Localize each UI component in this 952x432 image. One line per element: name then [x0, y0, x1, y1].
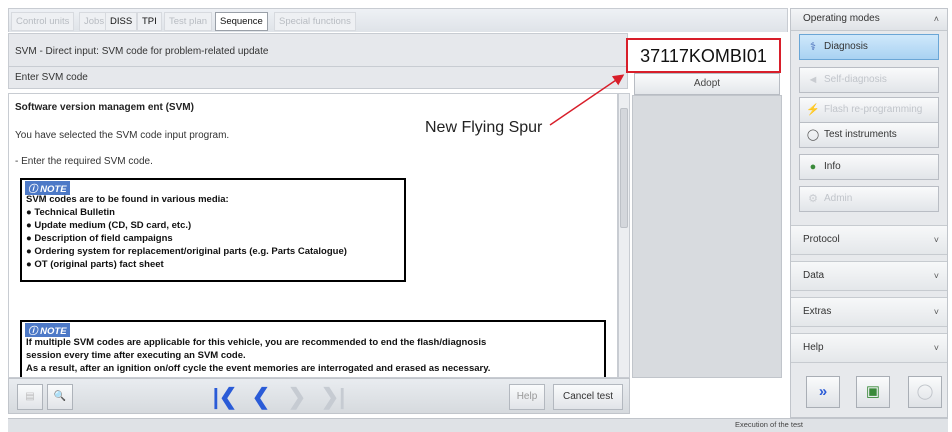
- flash-reprogramming-label: Flash re-programming: [824, 104, 923, 115]
- help-label: Help: [803, 342, 824, 353]
- multimeter-icon: ◯: [806, 129, 820, 141]
- help-section[interactable]: Help ˅: [791, 333, 947, 363]
- tab-control-units[interactable]: Control units: [11, 12, 75, 31]
- note1-item: ● Description of field campaigns: [26, 233, 173, 244]
- header-title-row: SVM - Direct input: SVM code for problem…: [8, 33, 628, 67]
- print-icon[interactable]: ▤: [17, 384, 43, 410]
- flash-reprogramming-button[interactable]: ⚡ Flash re-programming: [799, 97, 939, 123]
- note1-heading: SVM codes are to be found in various med…: [26, 194, 229, 205]
- adopt-button[interactable]: Adopt: [634, 73, 780, 95]
- note2-line: session every time after executing an SV…: [26, 350, 246, 361]
- expand-chevron-icon: ˅: [933, 235, 939, 245]
- note1-item: ● Technical Bulletin: [26, 207, 115, 218]
- svm-code-value: 37117KOMBI01: [640, 46, 767, 66]
- svm-code-input[interactable]: 37117KOMBI01: [626, 38, 781, 73]
- admin-label: Admin: [824, 193, 853, 204]
- test-instruments-button[interactable]: ◯ Test instruments: [799, 122, 939, 148]
- data-section[interactable]: Data ˅: [791, 261, 947, 291]
- diagnosis-label: Diagnosis: [824, 41, 868, 52]
- last-page-icon[interactable]: ❯|: [317, 383, 349, 411]
- first-page-icon[interactable]: |❮: [209, 383, 241, 411]
- page-title: SVM - Direct input: SVM code for problem…: [15, 46, 269, 57]
- next-icon[interactable]: ❯: [281, 383, 313, 411]
- note1-item: ● Ordering system for replacement/origin…: [26, 246, 347, 257]
- data-label: Data: [803, 270, 825, 281]
- expand-chevron-icon: ˅: [933, 307, 939, 317]
- page-subtitle: Enter SVM code: [15, 72, 88, 83]
- status-bar: Execution of the test: [8, 418, 948, 432]
- self-diagnosis-button[interactable]: ◄ Self-diagnosis: [799, 67, 939, 93]
- fast-forward-icon[interactable]: »: [806, 376, 840, 408]
- tab-test-plan[interactable]: Test plan: [164, 12, 213, 31]
- info-button[interactable]: ● Info: [799, 154, 939, 180]
- self-diagnosis-label: Self-diagnosis: [824, 74, 887, 85]
- help-button[interactable]: Help: [509, 384, 545, 410]
- extras-section[interactable]: Extras ˅: [791, 297, 947, 327]
- note-box-2: ⓘ NOTE If multiple SVM codes are applica…: [20, 320, 606, 377]
- note-label-2: ⓘ NOTE: [25, 323, 70, 337]
- cancel-test-button[interactable]: Cancel test: [553, 384, 623, 410]
- stethoscope-icon: ⚕: [810, 41, 816, 53]
- content-line-2: - Enter the required SVM code.: [15, 156, 153, 167]
- note-box-1: ⓘ NOTE SVM codes are to be found in vari…: [20, 178, 406, 282]
- note2-line: As a result, after an ignition on/off cy…: [26, 363, 491, 374]
- extras-label: Extras: [803, 306, 832, 317]
- flash-icon: ⚡: [806, 104, 820, 116]
- admin-icon: ⚙: [808, 193, 818, 205]
- note-label-1: ⓘ NOTE: [25, 181, 70, 195]
- note1-item: ● OT (original parts) fact sheet: [26, 259, 164, 270]
- tab-diss[interactable]: DISS: [105, 12, 138, 31]
- bottom-toolbar: ▤ 🔍 |❮ ❮ ❯ ❯| Help Cancel test: [8, 378, 630, 414]
- screenshot-icon[interactable]: ▣: [856, 376, 890, 408]
- previous-icon[interactable]: ❮: [245, 383, 277, 411]
- note1-item: ● Update medium (CD, SD card, etc.): [26, 220, 192, 231]
- tab-sequence[interactable]: Sequence: [215, 12, 268, 31]
- content-line-1: You have selected the SVM code input pro…: [15, 130, 230, 141]
- expand-chevron-icon: ˅: [933, 343, 939, 353]
- input-side-panel: [632, 95, 782, 378]
- diagnosis-button[interactable]: ⚕ Diagnosis: [799, 34, 939, 60]
- info-icon: ●: [809, 161, 817, 173]
- operating-modes-title: Operating modes: [803, 13, 880, 24]
- header-subtitle-row: Enter SVM code: [8, 67, 628, 89]
- operating-modes-header[interactable]: Operating modes ˄: [791, 9, 947, 31]
- content-title: Software version managem ent (SVM): [15, 102, 194, 113]
- right-panel: Operating modes ˄ ⚕ Diagnosis ◄ Self-dia…: [790, 8, 948, 418]
- test-instruments-label: Test instruments: [824, 129, 897, 140]
- tab-bar: Control units Jobs DISS TPI Test plan Se…: [8, 8, 788, 32]
- car-icon: ◄: [807, 74, 819, 86]
- annotation-label: New Flying Spur: [425, 119, 543, 136]
- annotation-arrow-icon: [549, 74, 625, 126]
- document-search-icon[interactable]: 🔍: [47, 384, 73, 410]
- note2-line: If multiple SVM codes are applicable for…: [26, 337, 487, 348]
- info-label: Info: [824, 161, 841, 172]
- collapse-chevron-icon: ˄: [933, 14, 939, 24]
- tab-special-functions[interactable]: Special functions: [274, 12, 356, 31]
- protocol-label: Protocol: [803, 234, 840, 245]
- exit-icon[interactable]: ◯: [908, 376, 942, 408]
- protocol-section[interactable]: Protocol ˅: [791, 225, 947, 255]
- tab-tpi[interactable]: TPI: [137, 12, 162, 31]
- status-text: Execution of the test: [735, 420, 803, 429]
- expand-chevron-icon: ˅: [933, 271, 939, 281]
- admin-button[interactable]: ⚙ Admin: [799, 186, 939, 212]
